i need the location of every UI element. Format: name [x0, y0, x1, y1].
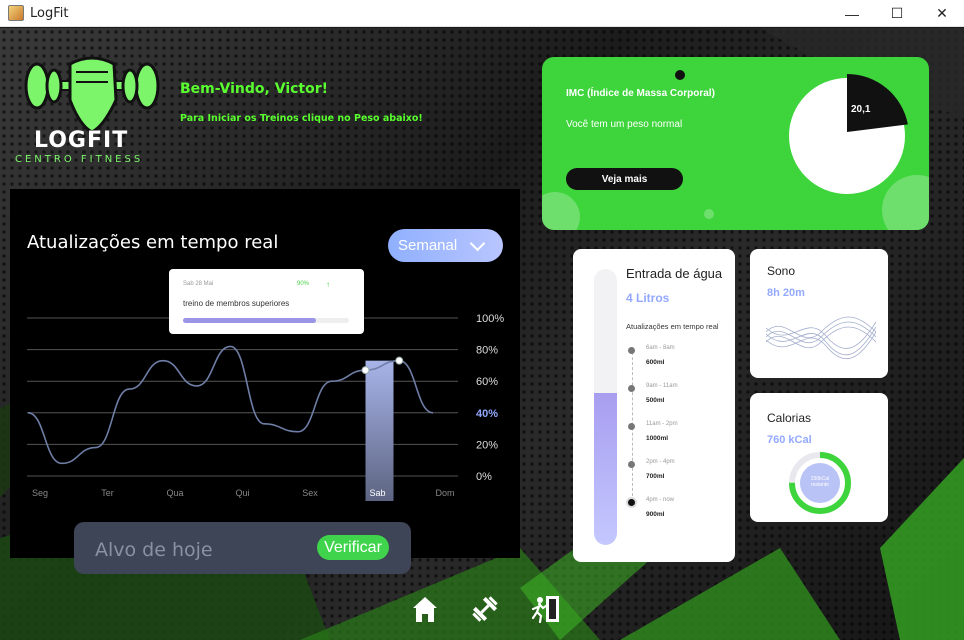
sleep-wave-graphic — [766, 316, 876, 359]
imc-value: 20,1 — [851, 104, 871, 115]
water-entry-volume: 500ml — [646, 397, 665, 404]
brand-name: LOGFIT — [34, 128, 129, 153]
sleep-title: Sono — [767, 264, 796, 278]
water-level-bar — [594, 269, 617, 545]
calories-title: Calorias — [767, 411, 812, 425]
pie-slice — [847, 74, 908, 132]
water-card: Entrada de água 4 Litros Atualizações em… — [573, 249, 735, 562]
dumbbell-icon[interactable] — [470, 594, 500, 624]
series-point — [361, 366, 370, 375]
imc-title: IMC (Índice de Massa Corporal) — [566, 88, 715, 99]
chevron-down-icon — [469, 235, 486, 252]
decor-bubble — [704, 209, 714, 219]
calories-ring-text: 230kCal restante — [803, 476, 837, 488]
water-title: Entrada de água — [626, 266, 723, 281]
timeline-dot — [628, 423, 635, 430]
water-entry-time: 11am - 2pm — [646, 421, 678, 427]
sleep-value: 8h 20m — [767, 287, 805, 299]
y-tick-label: 60% — [476, 376, 498, 388]
home-icon[interactable] — [410, 594, 440, 624]
imc-card: IMC (Índice de Massa Corporal) Você tem … — [542, 57, 929, 230]
timeline-dot — [628, 499, 635, 506]
welcome-text: Bem-Vindo, Victor! — [180, 81, 329, 97]
minimize-button[interactable]: — — [829, 0, 875, 27]
tooltip-progress-track — [183, 318, 349, 323]
updates-panel: 100% 80% 60% 40% 20% 0% Seg Ter Qua Qui Sex Sab Dom … — [10, 189, 520, 574]
instruction-text: Para Iniciar os Treinos clique no Peso a… — [180, 113, 423, 124]
close-button[interactable]: ✕ — [919, 0, 964, 27]
water-entry-volume: 1000ml — [646, 435, 669, 442]
period-dropdown[interactable]: Semanal — [388, 229, 503, 262]
decor-bubble — [542, 192, 580, 230]
imc-pie-chart — [789, 74, 908, 194]
water-level-fill — [594, 393, 617, 545]
chart-tooltip: Sab 28 Mai 90% ↑ treino de membros super… — [169, 269, 364, 334]
x-tick-label: Ter — [101, 488, 114, 498]
goal-box: Alvo de hoje Verificar — [74, 522, 411, 574]
x-tick-label: Sab — [369, 488, 385, 498]
y-tick-label: 20% — [476, 439, 498, 451]
water-entry-volume: 900ml — [646, 511, 665, 518]
y-tick-label: 0% — [476, 471, 492, 483]
water-entry-volume: 600ml — [646, 359, 665, 366]
x-tick-label: Dom — [435, 488, 454, 498]
y-tick-label: 40% — [476, 408, 498, 420]
maximize-button[interactable]: ☐ — [874, 0, 920, 27]
main-area: LOGFIT CENTRO FITNESS Bem-Vindo, Victor!… — [0, 28, 964, 640]
see-more-button[interactable]: Veja mais — [566, 168, 683, 190]
tooltip-percent: 90% — [297, 281, 310, 287]
water-entry-time: 2pm - 4pm — [646, 459, 675, 465]
timeline-dot — [628, 347, 635, 354]
dumbbell-fist-logo-icon — [24, 56, 160, 134]
java-app-icon — [8, 5, 24, 21]
exit-icon[interactable] — [531, 594, 561, 624]
calories-remaining-label: restante — [810, 482, 830, 488]
goal-label: Alvo de hoje — [95, 539, 213, 561]
brand-subtitle: CENTRO FITNESS — [15, 154, 144, 165]
series-point — [395, 356, 404, 365]
tooltip-progress-fill — [183, 318, 316, 323]
imc-message: Você tem um peso normal — [566, 119, 683, 130]
verify-button[interactable]: Verificar — [317, 535, 389, 560]
sleep-card: Sono 8h 20m — [750, 249, 888, 378]
calories-value: 760 kCal — [767, 434, 812, 446]
x-tick-label: Qui — [235, 488, 249, 498]
title-bar: LogFit — ☐ ✕ — [0, 0, 964, 27]
water-subtitle: Atualizações em tempo real — [626, 322, 719, 331]
period-value: Semanal — [398, 237, 458, 254]
calories-card: Calorias 760 kCal 230kCal restante — [750, 393, 888, 522]
updates-title: Atualizações em tempo real — [27, 232, 279, 253]
water-entry-time: 4pm - now — [646, 497, 675, 503]
x-tick-label: Qua — [166, 488, 183, 498]
tooltip-date: Sab 28 Mai — [183, 281, 214, 287]
tooltip-label: treino de membros superiores — [183, 299, 290, 308]
highlight-bar — [365, 360, 394, 501]
y-tick-label: 80% — [476, 345, 498, 357]
logfit-logo: LOGFIT CENTRO FITNESS — [12, 44, 172, 174]
x-tick-label: Sex — [302, 488, 318, 498]
x-tick-label: Seg — [32, 488, 48, 498]
timeline-dot — [628, 385, 635, 392]
water-entry-time: 9am - 11am — [646, 383, 678, 389]
timeline-dot — [628, 461, 635, 468]
y-tick-label: 100% — [476, 313, 504, 325]
water-amount: 4 Litros — [626, 291, 670, 305]
water-entry-time: 6am - 8am — [646, 345, 675, 351]
camera-dot — [675, 70, 685, 80]
arrow-up-icon: ↑ — [326, 280, 330, 289]
water-entry-volume: 700ml — [646, 473, 665, 480]
window-title: LogFit — [30, 5, 69, 21]
